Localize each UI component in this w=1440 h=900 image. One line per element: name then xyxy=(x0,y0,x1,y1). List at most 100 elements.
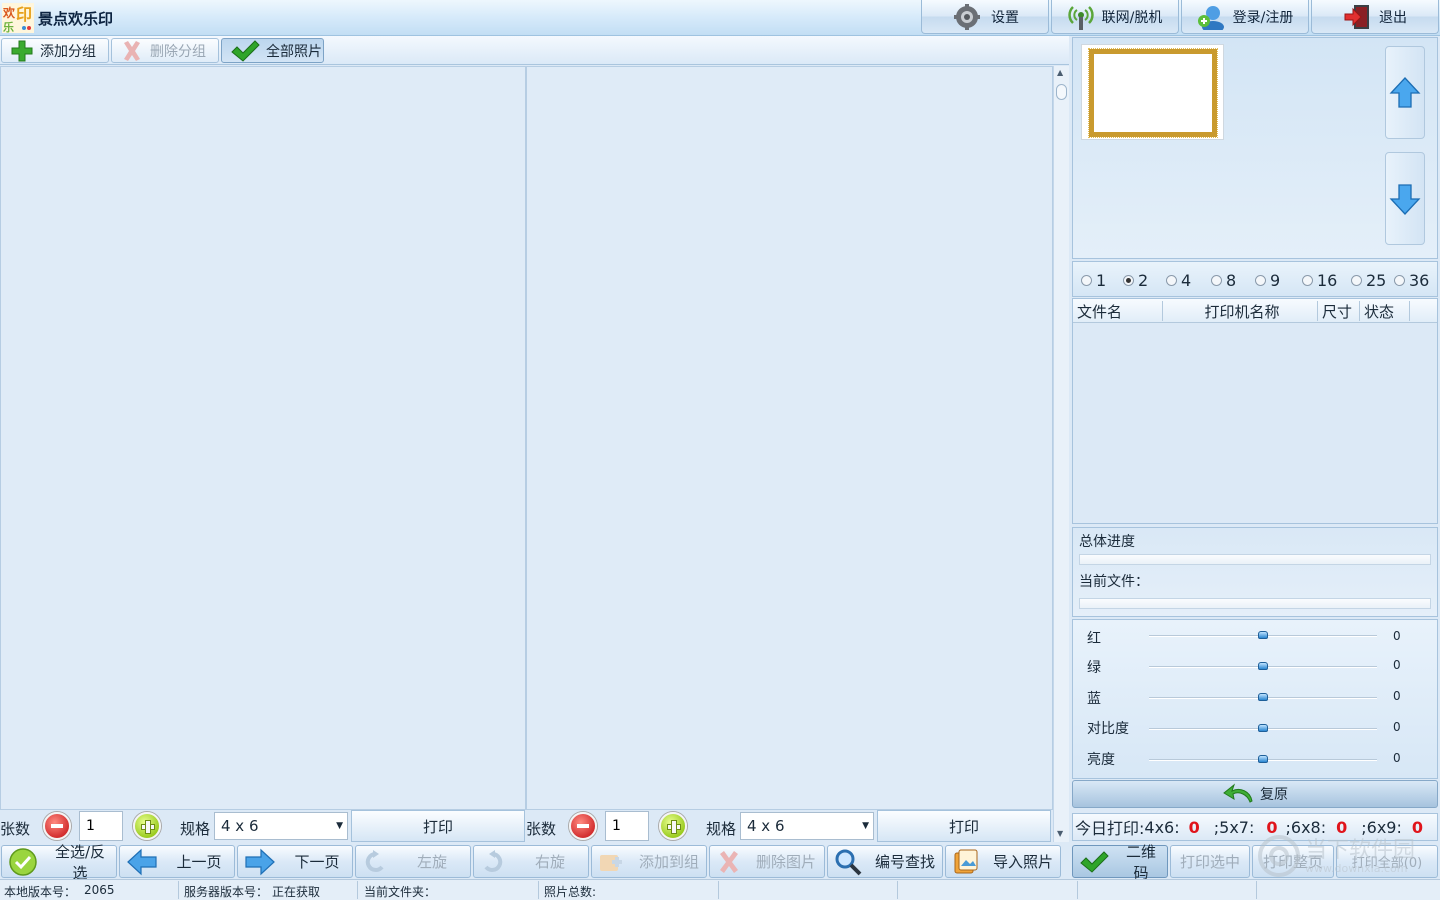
import-photos-button[interactable]: 导入照片 xyxy=(945,845,1061,878)
column-printer-name[interactable]: 打印机名称 xyxy=(1163,301,1318,321)
print-queue-list[interactable]: 文件名 打印机名称 尺寸 状态 xyxy=(1072,298,1438,524)
select-all-label: 全选/反选 xyxy=(54,842,106,882)
frame-thumbnail[interactable] xyxy=(1081,44,1224,140)
radio-dot xyxy=(1081,275,1092,286)
count-4x6-value: 0 xyxy=(1188,817,1200,837)
all-photos-button[interactable]: 全部照片 xyxy=(221,38,324,63)
reset-button[interactable]: 复原 xyxy=(1072,780,1438,808)
print-selected-label: 打印选中 xyxy=(1179,853,1240,871)
column-filename[interactable]: 文件名 xyxy=(1073,301,1163,321)
local-version-value: 2065 xyxy=(84,883,115,897)
add-to-group-button[interactable]: 添加到组 xyxy=(591,845,707,878)
scroll-up-icon[interactable]: ▲ xyxy=(1057,68,1063,77)
layout-option-1[interactable]: 1 xyxy=(1081,271,1106,290)
undo-arrow-icon xyxy=(1223,783,1253,803)
rotate-left-button[interactable]: 左旋 xyxy=(355,845,471,878)
find-by-number-button[interactable]: 编号查找 xyxy=(827,845,943,878)
layout-options: 1 2 4 8 9 16 25 36 xyxy=(1072,261,1438,297)
scroll-down-icon[interactable]: ▼ xyxy=(1057,829,1063,838)
next-page-label: 下一页 xyxy=(294,853,340,871)
select-all-button[interactable]: 全选/反选 xyxy=(1,843,117,882)
blue-slider-knob[interactable] xyxy=(1258,693,1268,701)
print-page-label: 打印整页 xyxy=(1262,853,1323,871)
vertical-scrollbar[interactable]: ▲ ▼ xyxy=(1053,66,1069,842)
green-slider-knob[interactable] xyxy=(1258,662,1268,670)
arrow-down-icon xyxy=(1389,183,1421,215)
rotate-left-label: 左旋 xyxy=(416,853,447,871)
current-file-label: 当前文件： xyxy=(1079,574,1149,590)
current-file-progress-bar xyxy=(1079,598,1431,609)
gold-frame-image xyxy=(1088,48,1218,138)
status-divider xyxy=(357,881,358,899)
radio-dot xyxy=(1394,275,1405,286)
print-button[interactable]: 打印 xyxy=(877,810,1051,842)
layout-option-36[interactable]: 36 xyxy=(1394,271,1429,290)
qrcode-button[interactable]: 二维码 xyxy=(1072,843,1168,882)
qty-label: 张数 xyxy=(0,820,31,838)
qrcode-label: 二维码 xyxy=(1125,842,1156,882)
exit-label: 退出 xyxy=(1379,9,1407,26)
radio-dot xyxy=(1166,275,1177,286)
column-status[interactable]: 状态 xyxy=(1360,301,1410,321)
scroll-up-button[interactable] xyxy=(1385,46,1425,139)
print-queue-header: 文件名 打印机名称 尺寸 状态 xyxy=(1073,299,1437,323)
brightness-slider-knob[interactable] xyxy=(1258,755,1268,763)
gear-icon xyxy=(954,3,980,30)
settings-label: 设置 xyxy=(991,9,1019,26)
contrast-slider-knob[interactable] xyxy=(1258,724,1268,732)
online-offline-button[interactable]: 联网/脱机 xyxy=(1051,0,1179,34)
spec-label: 规格 xyxy=(706,820,737,838)
settings-button[interactable]: 设置 xyxy=(921,0,1049,34)
qty-plus-button[interactable] xyxy=(133,812,161,840)
login-register-button[interactable]: 登录/注册 xyxy=(1181,0,1309,34)
today-print-counts: 今日打印: 4x6: 0 ;5x7: 0 ;6x8: 0 ;6x9: 0 xyxy=(1072,813,1438,841)
spec-select[interactable]: 4 x 6 ▼ xyxy=(740,812,874,840)
rotate-left-icon xyxy=(365,849,384,872)
print-all-button[interactable]: 打印全部(0) xyxy=(1336,845,1438,878)
print-all-label: 打印全部(0) xyxy=(1351,856,1423,871)
red-slider-knob[interactable] xyxy=(1258,631,1268,639)
qty-input[interactable] xyxy=(79,811,123,841)
scroll-down-button[interactable] xyxy=(1385,152,1425,245)
left-pane-controls: 张数 规格 4 x 6 ▼ 打印 xyxy=(0,810,526,842)
print-button[interactable]: 打印 xyxy=(351,810,525,842)
column-size[interactable]: 尺寸 xyxy=(1318,301,1360,321)
delete-image-button[interactable]: 删除图片 xyxy=(709,845,825,878)
count-4x6-label: 4x6: xyxy=(1144,817,1180,837)
check-circle-icon xyxy=(9,847,37,876)
radio-dot-selected xyxy=(1123,275,1134,286)
all-photos-label: 全部照片 xyxy=(266,43,322,60)
next-page-button[interactable]: 下一页 xyxy=(237,845,353,878)
layout-option-8[interactable]: 8 xyxy=(1211,271,1236,290)
layout-option-4[interactable]: 4 xyxy=(1166,271,1191,290)
layout-option-9[interactable]: 9 xyxy=(1255,271,1280,290)
add-group-button[interactable]: 添加分组 xyxy=(1,38,109,63)
exit-button[interactable]: 退出 xyxy=(1311,0,1439,34)
rotate-right-button[interactable]: 右旋 xyxy=(473,845,589,878)
antenna-icon xyxy=(1068,5,1094,30)
print-selected-button[interactable]: 打印选中 xyxy=(1170,845,1250,878)
qty-minus-button[interactable] xyxy=(43,812,71,840)
print-page-button[interactable]: 打印整页 xyxy=(1252,845,1334,878)
prev-page-button[interactable]: 上一页 xyxy=(119,845,235,878)
layout-option-25[interactable]: 25 xyxy=(1351,271,1386,290)
online-offline-label: 联网/脱机 xyxy=(1101,9,1163,26)
photo-total-label: 照片总数: xyxy=(544,885,597,899)
photo-pane-left[interactable] xyxy=(0,66,526,810)
qty-input[interactable] xyxy=(605,811,649,841)
delete-x-icon xyxy=(720,850,738,873)
status-divider xyxy=(1256,881,1257,899)
delete-group-button[interactable]: 删除分组 xyxy=(111,38,219,63)
photo-pane-right[interactable] xyxy=(526,66,1053,810)
layout-option-2[interactable]: 2 xyxy=(1123,271,1148,290)
qty-plus-button[interactable] xyxy=(659,812,687,840)
rotate-right-icon xyxy=(484,849,503,872)
qty-minus-button[interactable] xyxy=(569,812,597,840)
scrollbar-thumb[interactable] xyxy=(1056,84,1067,100)
spec-select[interactable]: 4 x 6 ▼ xyxy=(214,812,348,840)
svg-text:乐: 乐 xyxy=(3,20,14,33)
green-label: 绿 xyxy=(1087,660,1101,676)
current-folder-label: 当前文件夹： xyxy=(364,885,437,899)
layout-option-16[interactable]: 16 xyxy=(1302,271,1337,290)
add-to-group-label: 添加到组 xyxy=(638,853,699,871)
